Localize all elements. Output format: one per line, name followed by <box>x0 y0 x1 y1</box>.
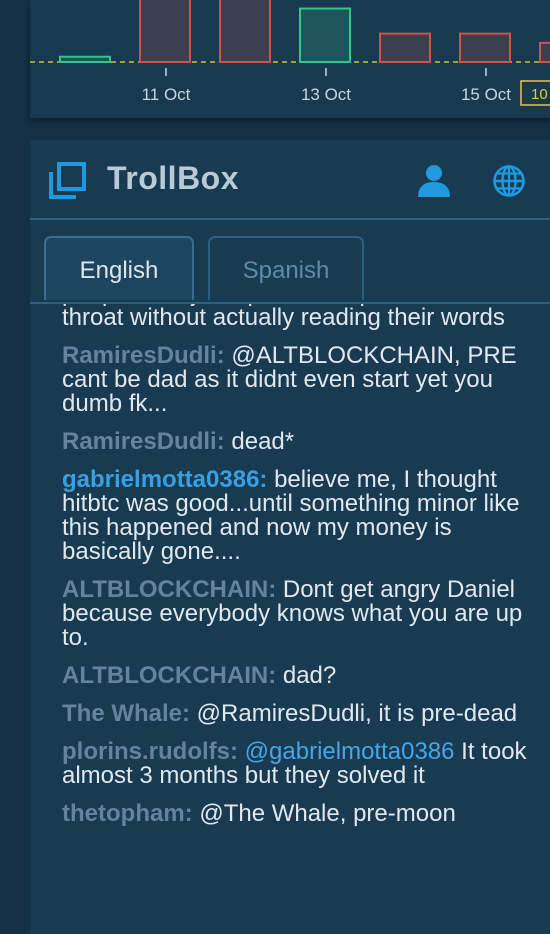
candle-down <box>459 32 511 63</box>
candle-down <box>219 0 271 63</box>
chat-message: RamiresDudli: dead* <box>62 430 532 454</box>
message-username[interactable]: RamiresDudli: <box>62 428 225 455</box>
x-axis-ticks: 11 Oct 13 Oct 15 Oct <box>142 68 511 104</box>
x-tick-label: 11 Oct <box>142 85 191 104</box>
chat-message: RamiresDudli: @ALTBLOCKCHAIN, PRE cant b… <box>62 344 532 416</box>
message-text: dad? <box>276 662 337 689</box>
candle-down <box>139 0 191 63</box>
message-username[interactable]: thetopham: <box>62 800 193 827</box>
chat-message: thetopham: @The Whale, pre-moon <box>62 802 532 826</box>
message-text: @The Whale, pre-moon <box>192 800 456 827</box>
message-username[interactable]: plorins.rudolfs: <box>62 738 238 765</box>
candles-group <box>59 0 550 64</box>
price-chart-panel: 11 Oct 13 Oct 15 Oct 10 <box>30 0 550 118</box>
chat-message: The Whale: @RamiresDudli, it is pre-dead <box>62 702 532 726</box>
candle-down <box>379 32 431 63</box>
message-list[interactable]: people who just speak their place down t… <box>30 304 550 934</box>
candle-up <box>299 7 351 63</box>
message-username[interactable]: The Whale: <box>62 700 190 727</box>
chat-message: people who just speak their place down t… <box>62 304 532 330</box>
message-text: @RamiresDudli, it is pre-dead <box>190 700 518 727</box>
chat-message: ALTBLOCKCHAIN: Dont get angry Daniel bec… <box>62 578 532 650</box>
price-tag: 10 <box>520 80 550 106</box>
tab-spanish[interactable]: Spanish <box>208 236 364 300</box>
chat-message: gabrielmotta0386: believe me, I thought … <box>62 468 532 564</box>
page: 11 Oct 13 Oct 15 Oct 10 TrollBox English… <box>0 0 550 934</box>
trollbox-logo-icon <box>49 162 86 199</box>
message-username[interactable]: gabrielmotta0386: <box>62 466 267 493</box>
message-username[interactable]: RamiresDudli: <box>62 342 225 369</box>
chat-message: plorins.rudolfs: @gabrielmotta0386 It to… <box>62 740 532 788</box>
message-list-inner: people who just speak their place down t… <box>62 304 532 840</box>
message-username[interactable]: ALTBLOCKCHAIN: <box>62 576 276 603</box>
x-tick-label: 13 Oct <box>301 85 351 104</box>
language-tabs: English Spanish <box>30 220 550 304</box>
user-icon[interactable] <box>416 163 452 199</box>
x-tick-label: 15 Oct <box>461 85 511 104</box>
tab-english[interactable]: English <box>44 236 194 300</box>
candlestick-chart: 11 Oct 13 Oct 15 Oct 10 <box>30 0 550 106</box>
message-text: people who just speak their place down t… <box>62 304 521 331</box>
price-tag-label: 10 <box>531 86 548 103</box>
trollbox-title: TrollBox <box>107 160 240 196</box>
message-username[interactable]: ALTBLOCKCHAIN: <box>62 662 276 689</box>
candle-up <box>59 55 111 64</box>
globe-icon[interactable] <box>492 164 526 198</box>
chat-message: ALTBLOCKCHAIN: dad? <box>62 664 532 688</box>
trollbox-panel: TrollBox English Spanish people <box>30 140 550 934</box>
trollbox-header: TrollBox <box>30 140 550 220</box>
message-text: dead* <box>224 428 295 455</box>
candle-down <box>539 41 550 63</box>
message-mention[interactable]: @gabrielmotta0386 <box>238 738 455 765</box>
